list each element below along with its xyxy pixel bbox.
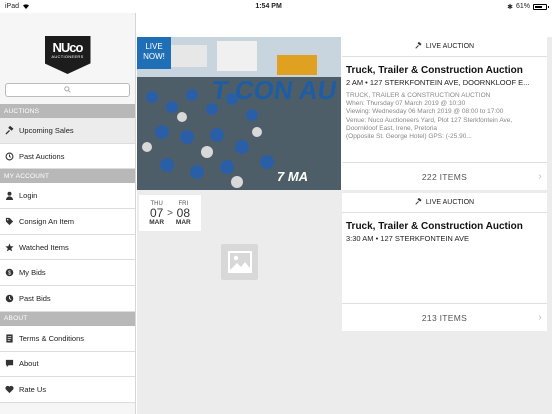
logo-text: NUco [52,40,84,55]
auction-info: LIVE AUCTION Truck, Trailer & Constructi… [342,37,547,190]
past-bid-icon [5,294,14,303]
start-month: MAR [149,218,165,226]
sidebar-item-terms[interactable]: Terms & Conditions [0,325,135,352]
sidebar-item-label: About [19,359,39,369]
sidebar-item-rate-us[interactable]: Rate Us [0,377,135,403]
sidebar-item-label: Login [19,191,38,201]
auction-list: LIVE NOW! T CON AU 7 MA LIVE AUCTION Tru… [137,37,552,414]
bid-icon: $ [5,268,14,277]
logo-area: NUco AUCTIONEERS [0,13,135,83]
live-label: LIVE [145,42,163,51]
auction-subtitle: 3:30 AM • 127 STERKFONTEIN AVE [346,234,469,243]
sidebar-item-label: My Bids [19,268,46,278]
device-label: iPad [5,3,20,10]
items-count-button[interactable]: 213 ITEMS › [342,303,547,331]
sidebar-item-past-auctions[interactable]: Past Auctions [0,143,135,170]
auction-image-placeholder: THU 07 MAR > FRI 08 MAR [137,193,341,331]
document-icon [5,334,14,343]
description-line: Doornkloof East, Irene, Pretoria [346,124,438,132]
battery-icon [533,3,549,10]
auction-photo: LIVE NOW! T CON AU 7 MA [137,37,341,190]
auction-subtitle: 2 AM • 127 STERKFONTEIN AVE, DOORNKLOOF … [346,78,530,87]
live-auction-label: LIVE AUCTION [425,43,475,50]
items-count: 213 ITEMS [421,312,468,323]
live-now-badge: LIVE NOW! [137,37,171,69]
chevron-right-icon: › [538,171,542,182]
chevron-right-icon: › [538,312,542,323]
sidebar-item-label: Upcoming Sales [19,125,74,135]
section-header-auctions: AUCTIONS [0,104,135,118]
gavel-icon [415,41,422,51]
sidebar-item-label: Consign An Item [19,216,75,226]
gavel-icon [5,125,14,135]
user-icon [5,191,14,201]
now-label: NOW! [143,52,165,61]
auction-card[interactable]: LIVE NOW! T CON AU 7 MA LIVE AUCTION Tru… [137,37,547,190]
photo-overlay-date: 7 MA [277,169,309,184]
photo-overlay-text: T CON AU [210,75,340,105]
image-placeholder-icon [221,244,258,280]
items-count: 222 ITEMS [421,171,468,182]
section-header-my-account: MY ACCOUNT [0,169,135,184]
status-bar: iPad 1:54 PM ✱ 61% [0,0,552,13]
battery-percent: 61% [515,3,530,10]
info-icon [5,359,14,368]
end-date: FRI 08 MAR [176,201,191,226]
end-month: MAR [175,218,191,226]
history-icon [5,152,14,161]
wifi-icon [22,3,30,11]
sidebar-item-login[interactable]: Login [0,183,135,210]
sidebar-item-past-bids[interactable]: Past Bids [0,286,135,312]
sidebar-item-about[interactable]: About [0,351,135,378]
description-line: Viewing: Wednesday 06 March 2019 @ 08:00… [346,108,504,116]
sidebar-item-watched[interactable]: Watched Items [0,234,135,261]
start-date: THU 07 MAR [149,201,164,226]
tag-icon [5,217,14,226]
sidebar-item-label: Past Bids [19,293,51,303]
sidebar: NUco AUCTIONEERS AUCTIONS Upcoming Sales… [0,13,136,414]
status-time: 1:54 PM [255,3,282,10]
live-auction-header: LIVE AUCTION [342,37,547,57]
description-line: TRUCK, TRAILER & CONSTRUCTION AUCTION [346,92,491,99]
description-line: (Opposite St. George Hotel) GPS: (-25.90… [346,133,472,141]
sidebar-item-consign[interactable]: Consign An Item [0,209,135,235]
items-count-button[interactable]: 222 ITEMS › [342,162,547,190]
bluetooth-icon: ✱ [507,3,513,11]
end-day: 08 [176,205,190,220]
section-header-about: ABOUT [0,311,135,326]
svg-text:$: $ [8,271,11,277]
start-day: 07 [149,205,164,220]
heart-icon [5,385,14,394]
search-input[interactable] [5,83,130,97]
logo-subtext: AUCTIONEERS [51,54,84,59]
auction-title: Truck, Trailer & Construction Auction [346,221,523,232]
auction-info: LIVE AUCTION Truck, Trailer & Constructi… [342,193,547,331]
nuco-logo: NUco AUCTIONEERS [44,36,91,74]
live-auction-header: LIVE AUCTION [342,193,547,213]
sidebar-item-label: Rate Us [19,385,47,395]
star-icon [5,243,14,252]
gavel-icon [415,197,422,207]
sidebar-item-label: Terms & Conditions [19,333,85,343]
date-separator: > [167,207,173,219]
sidebar-item-label: Past Auctions [19,151,65,161]
search-icon [64,85,71,95]
sidebar-item-upcoming-sales[interactable]: Upcoming Sales [0,118,135,144]
live-auction-label: LIVE AUCTION [425,199,475,206]
sidebar-item-my-bids[interactable]: $ My Bids [0,260,135,287]
auction-card[interactable]: THU 07 MAR > FRI 08 MAR LIVE AUCTION Tru… [137,193,547,331]
sidebar-item-label: Watched Items [19,242,69,252]
auction-description: TRUCK, TRAILER & CONSTRUCTION AUCTION Wh… [342,87,547,141]
description-line: When: Thursday 07 March 2019 @ 10:30 [346,100,466,108]
description-line: Venue: Nuco Auctioneers Yard, Plot 127 S… [346,116,513,124]
auction-title: Truck, Trailer & Construction Auction [346,65,523,76]
date-range: THU 07 MAR > FRI 08 MAR [139,195,201,231]
